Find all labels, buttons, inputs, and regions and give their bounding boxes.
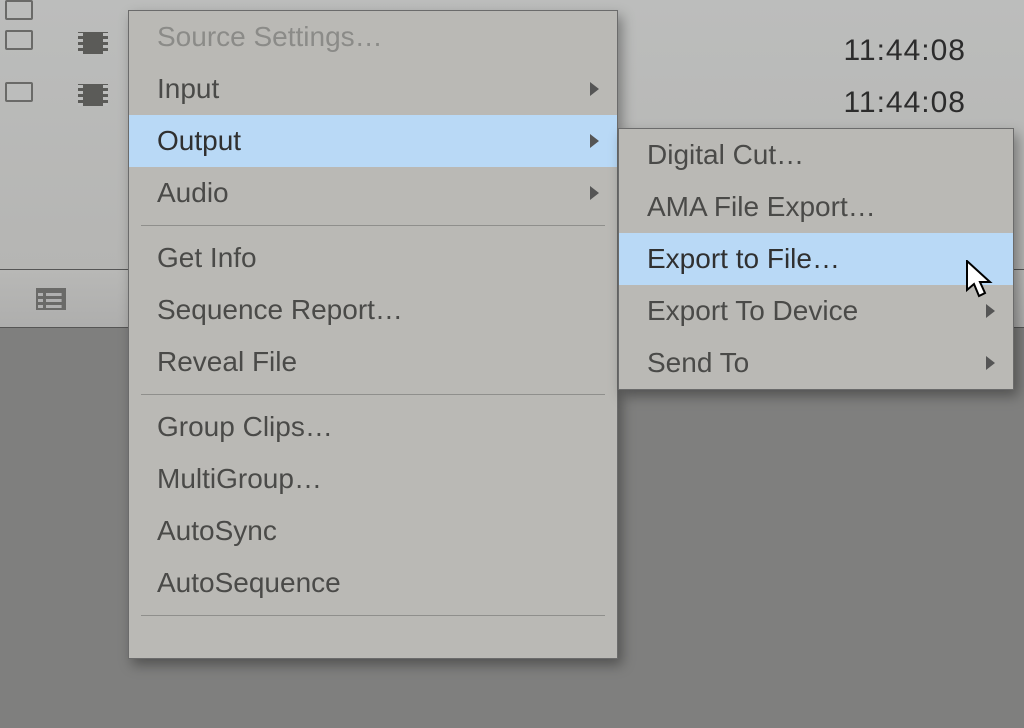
submenu-item-digital-cut[interactable]: Digital Cut… [619,129,1013,181]
menu-item-label: AutoSequence [157,567,341,598]
menu-item-autosync[interactable]: AutoSync [129,505,617,557]
menu-item-label: Export to File… [647,243,840,274]
menu-item-label: Source Settings… [157,21,383,52]
submenu-arrow-icon [986,356,995,370]
timecode-cell: 11:44:08 [843,86,966,120]
film-strip-icon [78,32,108,54]
submenu-arrow-icon [590,82,599,96]
clip-rect-icon [5,0,33,20]
menu-item-label: Input [157,73,219,104]
menu-item-label: Audio [157,177,229,208]
menu-item-label: Digital Cut… [647,139,804,170]
window: 11:44:08 11:44:08 Source Settings… Input… [0,0,1024,728]
submenu-item-export-to-device[interactable]: Export To Device [619,285,1013,337]
submenu-arrow-icon [590,134,599,148]
menu-item-truncated [129,622,617,658]
menu-item-input[interactable]: Input [129,63,617,115]
menu-item-autosequence[interactable]: AutoSequence [129,557,617,609]
menu-item-label: Get Info [157,242,257,273]
menu-item-output[interactable]: Output [129,115,617,167]
menu-separator [141,615,605,616]
submenu-arrow-icon [590,186,599,200]
submenu-item-export-to-file[interactable]: Export to File… [619,233,1013,285]
submenu-arrow-icon [986,304,995,318]
submenu-item-ama-file-export[interactable]: AMA File Export… [619,181,1013,233]
menu-item-label: Group Clips… [157,411,333,442]
menu-item-audio[interactable]: Audio [129,167,617,219]
clip-rect-icon [5,82,33,102]
menu-item-label: Sequence Report… [157,294,403,325]
menu-item-label: Send To [647,347,749,378]
menu-separator [141,394,605,395]
menu-item-label: MultiGroup… [157,463,322,494]
menu-separator [141,225,605,226]
menu-item-get-info[interactable]: Get Info [129,232,617,284]
menu-item-label: Reveal File [157,346,297,377]
submenu-item-send-to[interactable]: Send To [619,337,1013,389]
menu-item-group-clips[interactable]: Group Clips… [129,401,617,453]
film-strip-icon [78,84,108,106]
menu-item-multigroup[interactable]: MultiGroup… [129,453,617,505]
output-submenu: Digital Cut… AMA File Export… Export to … [618,128,1014,390]
menu-item-label: AMA File Export… [647,191,876,222]
menu-item-label: AutoSync [157,515,277,546]
menu-item-source-settings: Source Settings… [129,11,617,63]
context-menu: Source Settings… Input Output Audio Get … [128,10,618,659]
menu-item-sequence-report[interactable]: Sequence Report… [129,284,617,336]
menu-item-label: Export To Device [647,295,858,326]
menu-item-reveal-file[interactable]: Reveal File [129,336,617,388]
list-view-icon[interactable] [36,288,66,310]
timecode-cell: 11:44:08 [843,34,966,68]
clip-rect-icon [5,30,33,50]
menu-item-label: Output [157,125,241,156]
